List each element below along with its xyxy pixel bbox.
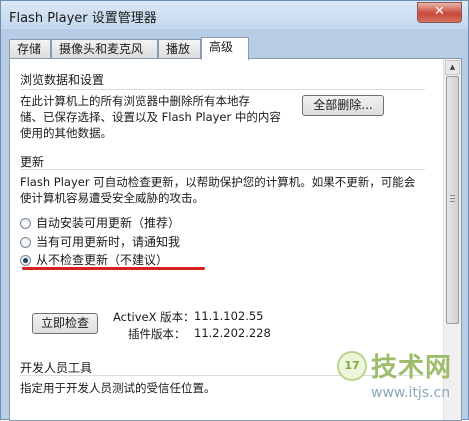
close-button[interactable]: ✕ [417, 2, 462, 23]
tab-advanced[interactable]: 高级 [201, 37, 249, 60]
title-bar: Flash Player 设置管理器 ✕ [1, 1, 468, 29]
site-watermark: 17 技术网 www.itjs.cn [337, 345, 467, 417]
red-underline-annotation [22, 267, 205, 270]
radio-never-check[interactable]: 从不检查更新（不建议） [20, 251, 168, 268]
radio-button[interactable] [20, 218, 31, 229]
flash-settings-window: Flash Player 设置管理器 ✕ 存储 摄像头和麦克风 播放 高级 浏览… [0, 0, 469, 421]
developer-description: 指定用于开发人员测试的受信任位置。 [20, 381, 216, 395]
activex-version-value: 11.1.102.55 [194, 309, 264, 323]
radio-button-selected[interactable] [20, 255, 31, 266]
browsing-description: 在此计算机上的所有浏览器中删除所有本地存 储、已保存选择、设置以及 Flash … [20, 94, 281, 140]
activex-version-label: ActiveX 版本： [113, 310, 195, 324]
developer-section-title: 开发人员工具 [20, 361, 93, 375]
check-now-button[interactable]: 立即检查 [32, 313, 98, 334]
tab-storage[interactable]: 存储 [9, 39, 51, 58]
plugin-version-label: 插件版本： [128, 327, 186, 341]
tab-camera-microphone[interactable]: 摄像头和麦克风 [51, 39, 158, 58]
watermark-badge: 17 [337, 351, 367, 381]
radio-button[interactable] [20, 237, 31, 248]
updates-section-title: 更新 [20, 155, 45, 169]
grip-line [450, 195, 455, 196]
tab-playback[interactable]: 播放 [158, 39, 201, 58]
updates-description: Flash Player 可自动检查更新，以帮助保护您的计算机。如果不更新，可能… [20, 175, 416, 205]
grip-line [450, 201, 455, 202]
plugin-version-value: 11.2.202.228 [194, 326, 271, 340]
browsing-section-title: 浏览数据和设置 [20, 73, 105, 87]
scroll-up-arrow-icon[interactable]: ▲ [445, 60, 460, 75]
section-divider [20, 169, 425, 170]
window-title: Flash Player 设置管理器 [9, 11, 157, 26]
section-divider [20, 89, 425, 90]
radio-auto-install[interactable]: 自动安装可用更新（推荐） [20, 214, 180, 231]
radio-notify[interactable]: 当有可用更新时，请通知我 [20, 233, 180, 250]
watermark-text: 技术网 [371, 353, 453, 383]
watermark-url: www.itjs.cn [371, 385, 451, 401]
grip-line [450, 198, 455, 199]
scrollbar-thumb[interactable] [446, 76, 459, 324]
delete-all-button[interactable]: 全部删除... [302, 95, 384, 116]
